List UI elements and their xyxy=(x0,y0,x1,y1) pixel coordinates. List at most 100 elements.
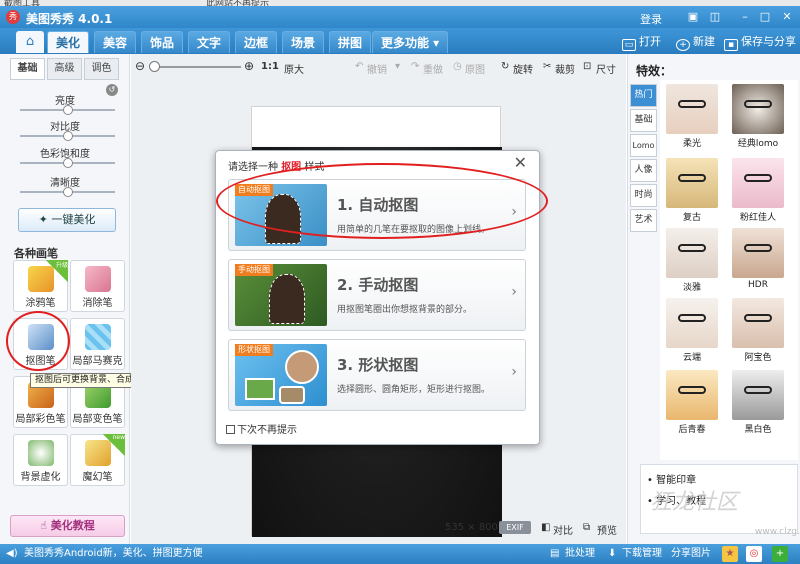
effect-category-portrait[interactable]: 人像 xyxy=(630,159,657,182)
manual-cutout-option[interactable]: 手动抠图 2. 手动抠图 用抠图笔圈出你想抠背景的部分。 › xyxy=(228,259,526,331)
subtab-basic[interactable]: 基础 xyxy=(10,58,45,80)
minimize-icon[interactable]: – xyxy=(738,10,752,24)
add-icon[interactable]: + xyxy=(772,546,788,562)
undo-dropdown-icon[interactable]: ▾ xyxy=(395,61,400,72)
effect-soft-light[interactable]: 柔光 xyxy=(666,84,718,149)
beautify-tutorial-button[interactable]: ☝ 美化教程 xyxy=(10,515,125,537)
effect-thumbnail xyxy=(732,228,784,278)
slider-saturation[interactable] xyxy=(20,158,115,168)
effect-thumbnail xyxy=(666,370,718,420)
effect-category-basic[interactable]: 基础 xyxy=(630,109,657,132)
effect-category-hot[interactable]: 热门 xyxy=(630,84,657,107)
zoom-in-icon[interactable]: ⊕ xyxy=(244,59,254,73)
glasses-icon xyxy=(744,314,772,322)
size-icon[interactable]: ⊡ xyxy=(583,61,591,72)
tab-scenes[interactable]: 场景 xyxy=(282,31,325,53)
shape-cutout-option[interactable]: 形状抠图 3. 形状抠图 选择圆形、圆角矩形，矩形进行抠图。 › xyxy=(228,339,526,411)
effect-label: 柔光 xyxy=(682,139,701,149)
save-share-button[interactable]: ▪ 保存与分享 xyxy=(724,33,796,51)
tab-beautify[interactable]: 美化 xyxy=(47,31,90,53)
compare-button[interactable]: 对比 xyxy=(553,522,573,537)
tab-accessories[interactable]: 饰品 xyxy=(141,31,184,53)
slider-knob[interactable] xyxy=(62,187,73,197)
tab-collage[interactable]: 拼图 xyxy=(329,31,372,53)
crop-icon[interactable]: ✂ xyxy=(543,61,551,72)
background-blur-tool[interactable]: 背景虚化 xyxy=(13,434,68,486)
effect-category-art[interactable]: 艺术 xyxy=(630,209,657,232)
zoom-out-icon[interactable]: ⊖ xyxy=(135,59,145,73)
batch-process-button[interactable]: 批处理 xyxy=(565,544,595,564)
slider-knob[interactable] xyxy=(62,131,73,141)
zoom-slider[interactable] xyxy=(149,61,241,72)
effect-retro[interactable]: 复古 xyxy=(666,158,718,223)
effect-label: 阿宝色 xyxy=(744,353,772,363)
home-icon[interactable]: ⌂ xyxy=(16,31,44,53)
maximize-icon[interactable]: □ xyxy=(758,10,772,24)
batch-icon: ▤ xyxy=(550,548,560,559)
checkbox-box[interactable] xyxy=(226,425,235,434)
tab-frames[interactable]: 边框 xyxy=(235,31,278,53)
original-image-button[interactable]: 原图 xyxy=(465,61,485,76)
dialog-close-icon[interactable]: ✕ xyxy=(514,153,527,172)
no-prompt-checkbox[interactable]: 下次不再提示 xyxy=(226,421,297,436)
tab-beauty[interactable]: 美容 xyxy=(94,31,137,53)
star-icon[interactable]: ★ xyxy=(722,546,738,562)
login-link[interactable]: 登录 xyxy=(640,11,662,27)
subtab-advanced[interactable]: 高级 xyxy=(47,58,82,80)
skin-icon[interactable]: ◫ xyxy=(708,10,722,24)
slider-brightness[interactable] xyxy=(20,105,115,115)
effect-abao-color[interactable]: 阿宝色 xyxy=(732,298,784,363)
rotate-icon[interactable]: ↻ xyxy=(501,61,509,72)
mosaic-brush-tool[interactable]: 局部马赛克 xyxy=(70,318,125,370)
effect-black-white[interactable]: 黑白色 xyxy=(732,370,784,435)
doodle-brush-tool[interactable]: 涂鸦笔 升级 xyxy=(13,260,68,312)
preview-button[interactable]: 预览 xyxy=(597,522,617,537)
weibo-icon[interactable]: ◎ xyxy=(746,546,762,562)
effect-elegant[interactable]: 淡雅 xyxy=(666,228,718,293)
crop-button[interactable]: 裁剪 xyxy=(555,61,575,76)
effect-category-lomo[interactable]: Lomo xyxy=(630,134,657,157)
tab-text[interactable]: 文字 xyxy=(188,31,231,53)
rotate-button[interactable]: 旋转 xyxy=(513,61,533,76)
tab-more-functions[interactable]: 更多功能 ▾ xyxy=(372,31,449,53)
preview-icon[interactable]: ⧉ xyxy=(583,522,590,533)
effect-post-youth[interactable]: 后青春 xyxy=(666,370,718,435)
message-icon[interactable]: ▣ xyxy=(686,10,700,24)
ratio-button[interactable]: 1:1 xyxy=(261,61,279,72)
person-silhouette xyxy=(269,274,305,324)
effect-category-fashion[interactable]: 时尚 xyxy=(630,184,657,207)
undo-icon[interactable]: ↶ xyxy=(355,61,363,72)
slider-contrast[interactable] xyxy=(20,131,115,141)
undo-button[interactable]: 撤销 xyxy=(367,61,387,76)
original-image-icon[interactable]: ◷ xyxy=(453,61,462,72)
subtab-color[interactable]: 调色 xyxy=(84,58,119,80)
open-button[interactable]: ▭ 打开 xyxy=(622,33,661,51)
slider-knob[interactable] xyxy=(62,158,73,168)
exif-button[interactable]: EXIF xyxy=(499,521,531,534)
one-key-beautify-button[interactable]: ✦ 一键美化 xyxy=(18,208,116,232)
close-icon[interactable]: ✕ xyxy=(780,10,794,24)
compare-icon[interactable]: ◧ xyxy=(541,522,550,533)
zoom-knob[interactable] xyxy=(149,61,160,72)
download-manager-button[interactable]: 下载管理 xyxy=(622,544,662,564)
original-size-button[interactable]: 原大 xyxy=(284,61,304,76)
watermark-url: www.clzg.cn xyxy=(755,527,800,537)
new-button[interactable]: + 新建 xyxy=(676,33,715,51)
slider-sharpness[interactable] xyxy=(20,187,115,197)
save-share-label: 保存与分享 xyxy=(741,35,796,48)
rounded-rect-shape-photo xyxy=(279,386,305,404)
news-ticker[interactable]: 美图秀秀Android新，美化、拼图更方便 xyxy=(24,544,203,564)
effect-hdr[interactable]: HDR xyxy=(732,228,784,290)
size-button[interactable]: 尺寸 xyxy=(596,61,616,76)
redo-icon[interactable]: ↷ xyxy=(411,61,419,72)
magic-brush-tool[interactable]: 魔幻笔 new xyxy=(70,434,125,486)
circle-shape-photo xyxy=(285,350,319,384)
effect-classic-lomo[interactable]: 经典lomo xyxy=(732,84,784,149)
eraser-brush-tool[interactable]: 消除笔 xyxy=(70,260,125,312)
redo-button[interactable]: 重做 xyxy=(423,61,443,76)
tool-label: 局部马赛克 xyxy=(72,356,123,367)
share-image-button[interactable]: 分享图片 xyxy=(671,544,711,564)
slider-knob[interactable] xyxy=(62,105,73,115)
effect-cloud[interactable]: 云端 xyxy=(666,298,718,363)
effect-pink-lady[interactable]: 粉红佳人 xyxy=(732,158,784,223)
